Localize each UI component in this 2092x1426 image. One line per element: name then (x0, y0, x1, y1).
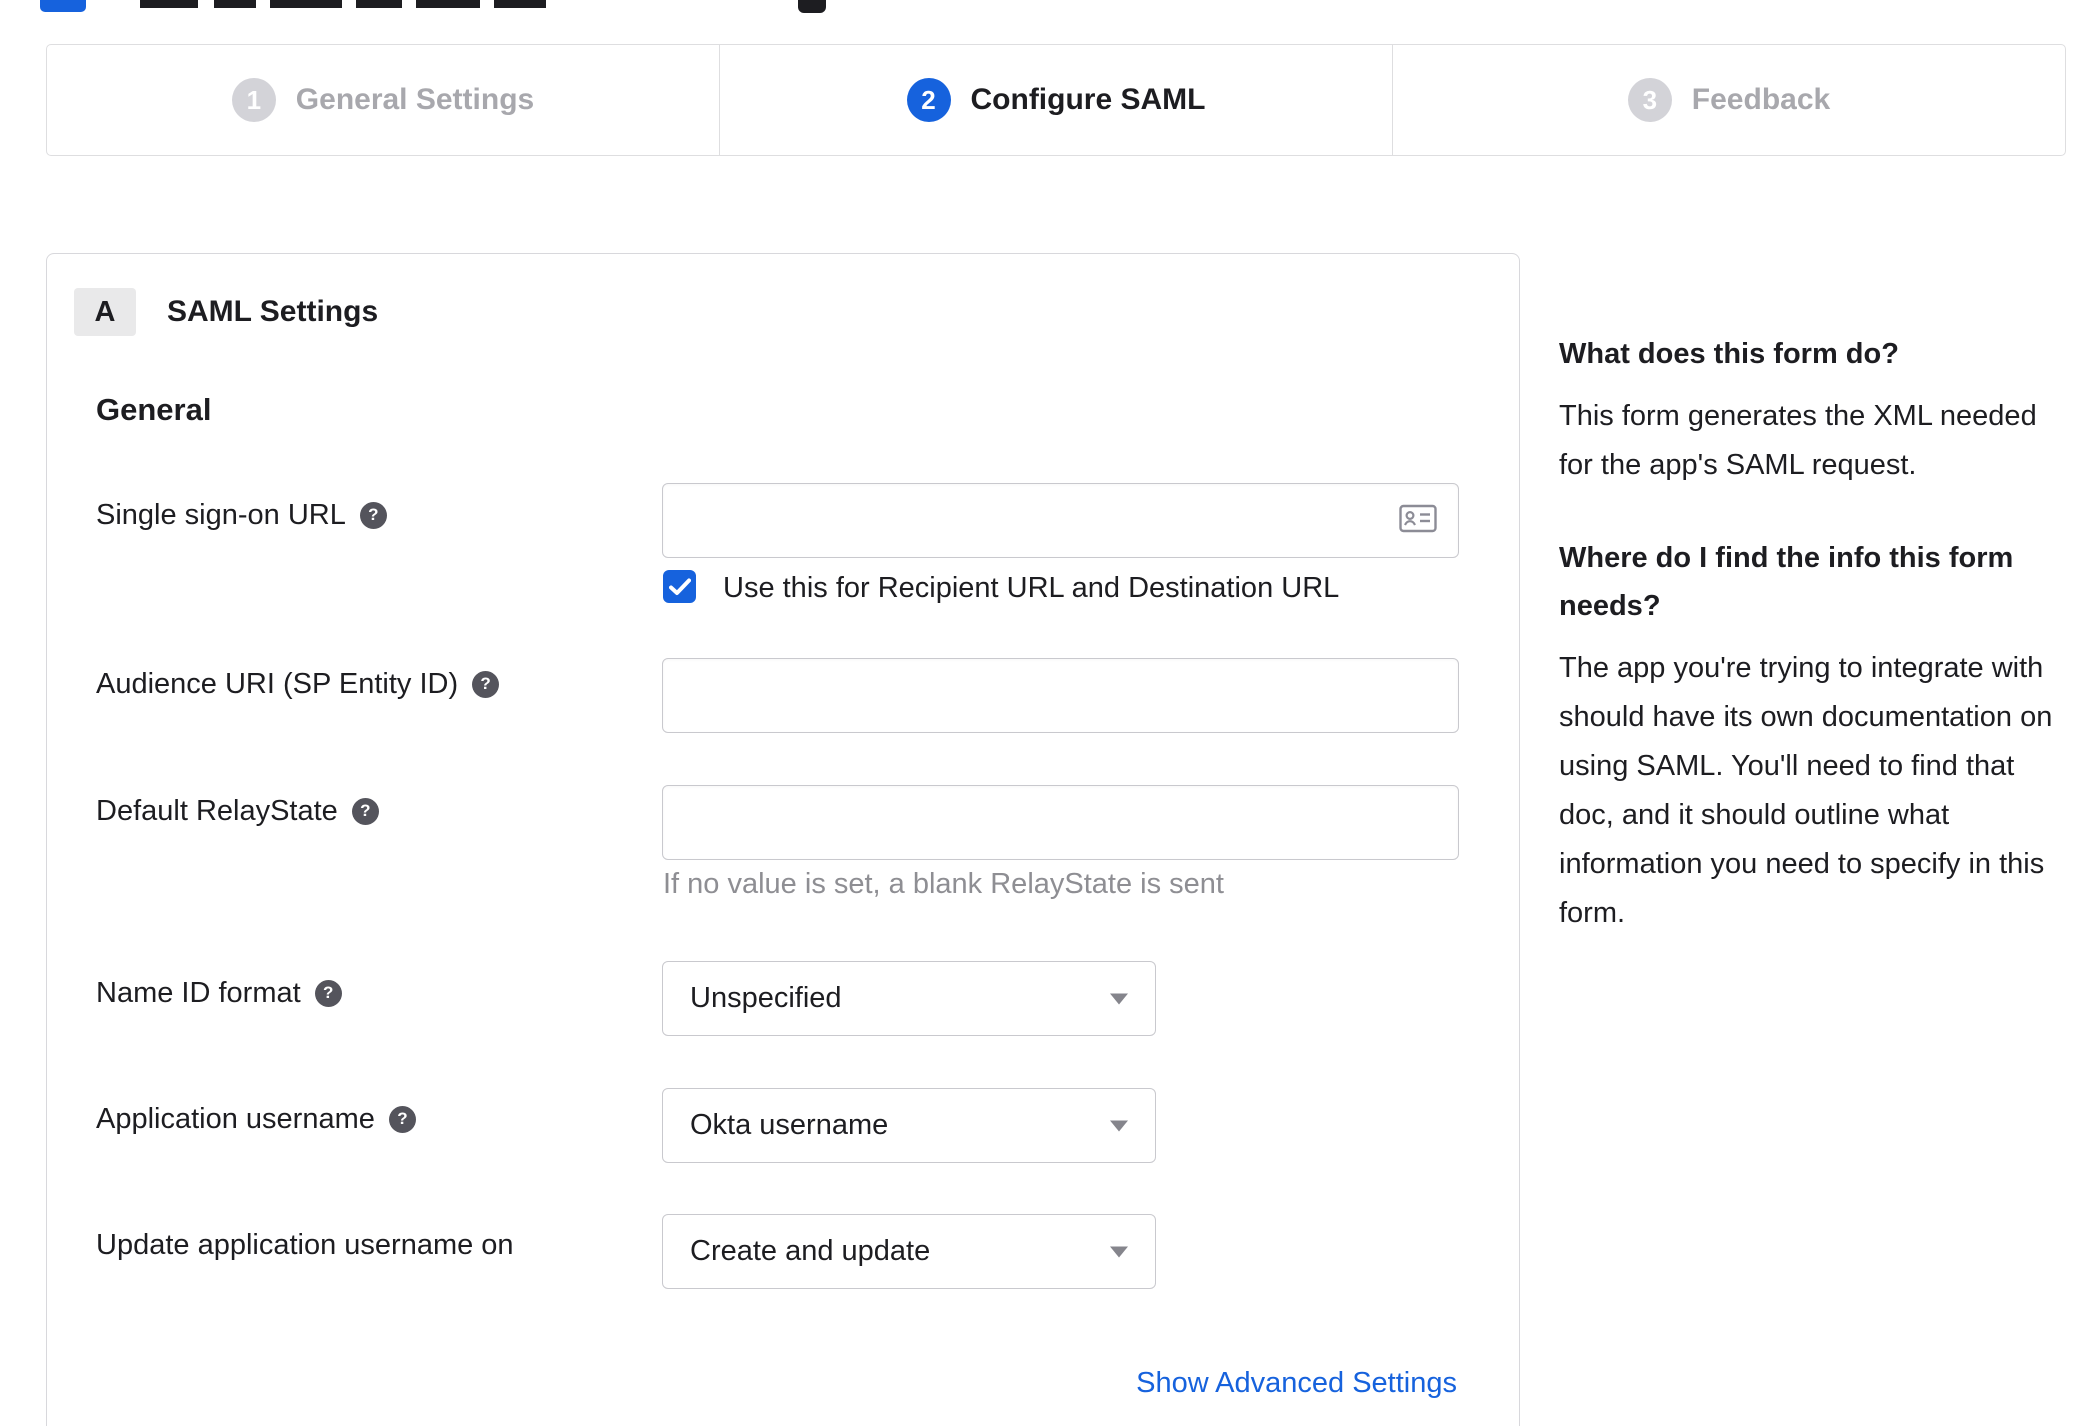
step-label: Configure SAML (970, 83, 1206, 116)
sso-url-label: Single sign-on URL ? (96, 498, 387, 532)
step-number-badge: 2 (906, 78, 951, 122)
default-relaystate-label-text: Default RelayState (96, 795, 338, 827)
help-icon[interactable]: ? (351, 797, 379, 825)
configure-saml-page: 1 General Settings 2 Configure SAML 3 Fe… (0, 0, 2092, 1426)
sidebar-paragraph: This form generates the XML needed for t… (1559, 400, 2037, 481)
sidebar-heading: What does this form do? (1559, 338, 1899, 370)
application-username-label: Application username ? (96, 1102, 416, 1136)
recipient-url-checkbox[interactable] (663, 570, 696, 603)
name-id-format-value: Unspecified (690, 982, 842, 1014)
general-section-title: General (96, 392, 212, 427)
step-general-settings[interactable]: 1 General Settings (47, 45, 719, 155)
truncated-icon-fragment (798, 0, 826, 13)
recipient-url-checkbox-label[interactable]: Use this for Recipient URL and Destinati… (723, 571, 1339, 605)
chevron-down-icon (1110, 1120, 1128, 1131)
relaystate-hint: If no value is set, a blank RelayState i… (663, 868, 1224, 900)
audience-uri-label: Audience URI (SP Entity ID) ? (96, 667, 500, 701)
truncated-logo-fragment (40, 0, 86, 12)
sso-url-input-wrap (662, 483, 1459, 558)
chevron-down-icon (1110, 1246, 1128, 1257)
help-icon[interactable]: ? (472, 670, 500, 698)
sso-url-input[interactable] (662, 483, 1459, 558)
application-username-value: Okta username (690, 1109, 889, 1141)
panel-title: SAML Settings (167, 295, 379, 328)
name-id-format-label-text: Name ID format (96, 977, 301, 1009)
truncated-header (0, 0, 2092, 16)
step-number-badge: 3 (1627, 78, 1672, 122)
update-app-username-label: Update application username on (96, 1228, 514, 1262)
update-app-username-value: Create and update (690, 1235, 931, 1267)
sidebar-heading: Where do I find the info this form needs… (1559, 542, 2014, 622)
update-app-username-label-text: Update application username on (96, 1229, 514, 1261)
wizard-stepper: 1 General Settings 2 Configure SAML 3 Fe… (46, 44, 2066, 156)
sso-url-label-text: Single sign-on URL (96, 499, 346, 531)
default-relaystate-input[interactable] (662, 785, 1459, 860)
audience-uri-label-text: Audience URI (SP Entity ID) (96, 668, 459, 700)
name-id-format-label: Name ID format ? (96, 976, 342, 1010)
saml-settings-panel: A SAML Settings General Single sign-on U… (46, 253, 1520, 1426)
section-a-badge: A (74, 288, 136, 336)
audience-uri-input[interactable] (662, 658, 1459, 733)
help-icon[interactable]: ? (388, 1105, 416, 1133)
help-icon[interactable]: ? (314, 979, 342, 1007)
chevron-down-icon (1110, 993, 1128, 1004)
application-username-select[interactable]: Okta username (662, 1088, 1156, 1163)
step-label: General Settings (295, 83, 535, 116)
update-app-username-select[interactable]: Create and update (662, 1214, 1156, 1289)
name-id-format-select[interactable]: Unspecified (662, 961, 1156, 1036)
step-feedback[interactable]: 3 Feedback (1392, 45, 2065, 155)
default-relaystate-label: Default RelayState ? (96, 794, 379, 828)
checkmark-icon (668, 578, 691, 595)
help-icon[interactable]: ? (359, 501, 387, 529)
step-number-badge: 1 (231, 78, 276, 122)
show-advanced-settings-link[interactable]: Show Advanced Settings (1136, 1367, 1457, 1400)
help-sidebar: What does this form do? This form genera… (1559, 330, 2063, 982)
contact-card-icon (1399, 503, 1437, 538)
step-label: Feedback (1691, 83, 1831, 116)
step-configure-saml[interactable]: 2 Configure SAML (719, 45, 1392, 155)
application-username-label-text: Application username (96, 1103, 375, 1135)
sidebar-paragraph: The app you're trying to integrate with … (1559, 652, 2053, 929)
